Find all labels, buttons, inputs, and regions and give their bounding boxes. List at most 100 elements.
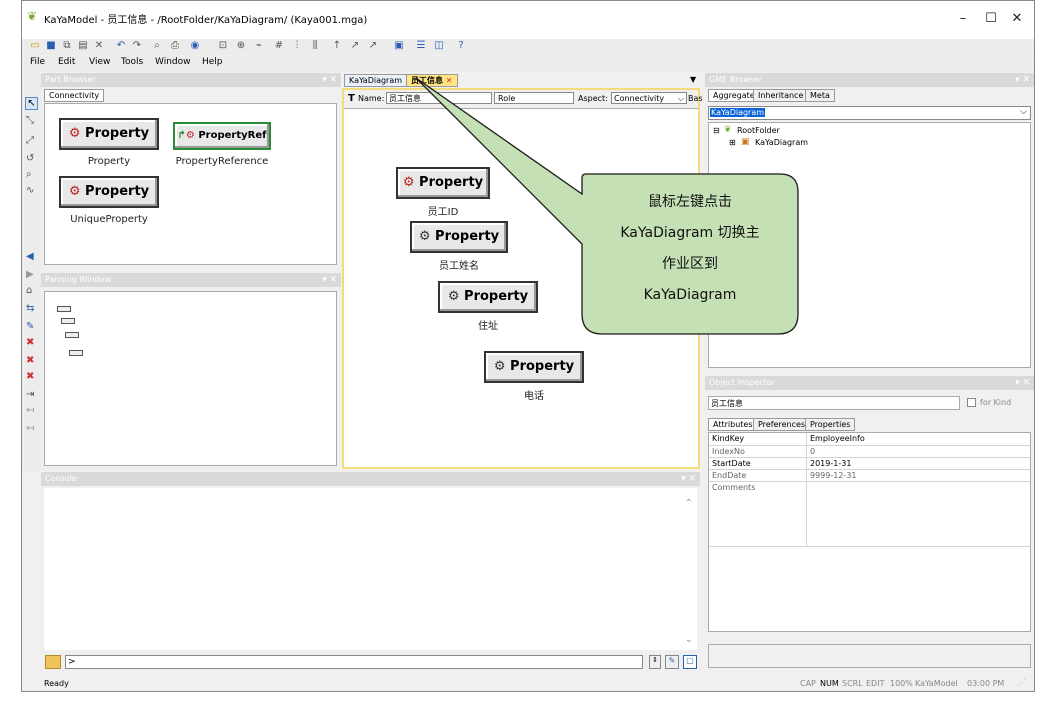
zoom-icon[interactable]: ⊡ [216, 39, 230, 53]
property-icon: ⚙ [493, 359, 506, 374]
paste-icon[interactable]: ▤ [76, 39, 90, 53]
zoom-in-icon[interactable]: ⊕ [234, 39, 248, 53]
part-browser-title: Part Browser [45, 75, 96, 84]
port-icon[interactable]: ⇥ [26, 389, 34, 400]
menu-bar: File Edit View Tools Window Help [22, 56, 1034, 71]
inspector-object-name[interactable]: 员工信息 [708, 396, 960, 410]
attr-row[interactable]: KindKey EmployeeInfo [709, 433, 1030, 445]
panning-canvas[interactable] [44, 291, 337, 466]
connect-icon[interactable]: ⌁ [252, 39, 266, 53]
remove3-icon[interactable]: ✖ [26, 371, 34, 382]
console-input[interactable]: > [65, 655, 643, 669]
set-tool-icon[interactable]: ↺ [26, 153, 34, 164]
check-icon[interactable]: ◉ [188, 39, 202, 53]
help-icon[interactable]: ? [454, 39, 468, 53]
menu-window[interactable]: Window [155, 57, 191, 67]
connect-tool-icon[interactable]: ⤡ [26, 115, 34, 126]
remove2-icon[interactable]: ✖ [26, 355, 34, 366]
for-kind-checkbox[interactable] [967, 398, 976, 407]
scroll-down-icon[interactable]: ⌄ [685, 634, 693, 645]
print-icon[interactable]: ⎙ [168, 39, 182, 53]
delete-icon[interactable]: ✕ [92, 39, 106, 53]
attr-row[interactable]: StartDate 2019-1-31 [709, 457, 1030, 469]
resize-grip-icon[interactable]: ⋰ [1018, 678, 1026, 687]
visualize-tool-icon[interactable]: ∿ [26, 185, 34, 196]
find-icon[interactable]: ⌕ [150, 39, 164, 53]
attr-row[interactable]: EndDate 9999-12-31 [709, 469, 1030, 481]
app-icon: ❦ [27, 9, 38, 23]
attributes-grid: KindKey EmployeeInfo IndexNo 0 StartDate… [708, 432, 1031, 632]
panel-controls-icon[interactable]: ▾ ✕ [1015, 376, 1030, 390]
panel-controls-icon[interactable]: ▾ ✕ [1015, 73, 1030, 87]
tab-attributes[interactable]: Attributes [708, 418, 758, 431]
open-icon[interactable]: ▭ [28, 39, 42, 53]
object-inspector-title: Object Inspector [709, 378, 775, 387]
status-scrl: SCRL [842, 679, 863, 688]
console-clear-icon[interactable]: ▢ [683, 655, 697, 669]
select-tool-icon[interactable]: ↖ [25, 97, 38, 110]
home-icon[interactable]: ⌂ [26, 285, 32, 296]
property-icon: ⚙ [185, 130, 195, 141]
scroll-up-icon[interactable]: ⌃ [685, 498, 693, 509]
callout-line-2: KaYaDiagram 切换主 [620, 225, 760, 241]
panel-controls-icon[interactable]: ▾ ✕ [322, 273, 337, 287]
navigate-icon[interactable]: ↗ [348, 39, 362, 53]
sync-icon[interactable]: ⇆ [26, 303, 34, 314]
redo-icon[interactable]: ↷ [130, 39, 144, 53]
layout-icon[interactable]: ☰ [414, 39, 428, 53]
part-propertyref[interactable]: ↱⚙ PropertyRef [173, 122, 271, 150]
panning-window-title: Panning Window [45, 275, 111, 284]
arrow-icon[interactable]: ↤ [26, 405, 34, 416]
attr-value[interactable]: 0 [810, 447, 815, 456]
distribute-icon[interactable]: ⫼ [308, 39, 322, 53]
navigate2-icon[interactable]: ↗ [366, 39, 380, 53]
panel-controls-icon[interactable]: ▾ ✕ [681, 472, 696, 486]
attr-value[interactable]: 2019-1-31 [810, 459, 851, 468]
attr-row[interactable]: IndexNo 0 [709, 445, 1030, 457]
arrow2-icon[interactable]: ↤ [26, 423, 34, 434]
part-label-uniqueproperty: UniqueProperty [70, 214, 148, 225]
tab-kayadiagram[interactable]: KaYaDiagram [344, 74, 408, 87]
part-label-propertyreference: PropertyReference [175, 156, 269, 167]
panel-controls-icon[interactable]: ▾ ✕ [322, 73, 337, 87]
tab-preferences[interactable]: Preferences [753, 418, 811, 431]
console-output[interactable]: ⌃ ⌄ [44, 488, 697, 650]
menu-edit[interactable]: Edit [58, 57, 75, 67]
console-run-icon[interactable]: ✎ [665, 655, 679, 669]
attr-value[interactable]: EmployeeInfo [810, 434, 865, 443]
tab-properties[interactable]: Properties [805, 418, 856, 431]
status-num: NUM [820, 679, 839, 688]
forward-icon[interactable]: ▶ [26, 269, 34, 280]
console-folder-icon[interactable] [45, 655, 61, 669]
tab-meta[interactable]: Meta [805, 89, 835, 102]
undo-icon[interactable]: ↶ [114, 39, 128, 53]
split-icon[interactable]: ◫ [432, 39, 446, 53]
window-icon[interactable]: ▣ [392, 39, 406, 53]
tab-connectivity[interactable]: Connectivity [44, 89, 105, 102]
close-button[interactable]: ✕ [1002, 7, 1032, 31]
back-icon[interactable]: ◀ [26, 251, 34, 262]
menu-view[interactable]: View [89, 57, 110, 67]
part-uniqueproperty[interactable]: ⚙ Property [59, 176, 159, 208]
align-icon[interactable]: ⫶ [290, 39, 304, 53]
console-spin-icon[interactable]: ⇕ [649, 655, 661, 669]
zoom-tool-icon[interactable]: ⌕ [26, 169, 32, 180]
save-icon[interactable]: ■ [44, 39, 58, 53]
copy-icon[interactable]: ⧉ [60, 39, 74, 53]
attr-row[interactable]: Comments [709, 481, 1030, 547]
window-title: KaYaModel - 员工信息 - /RootFolder/KaYaDiagr… [44, 15, 368, 26]
grid-icon[interactable]: # [272, 39, 286, 53]
minimize-button[interactable]: – [948, 7, 978, 31]
diagram-property-phone[interactable]: ⚙ Property [484, 351, 584, 383]
remove-icon[interactable]: ✖ [26, 337, 34, 348]
attach-icon[interactable]: ✎ [26, 321, 34, 332]
menu-file[interactable]: File [30, 57, 45, 67]
attr-key: StartDate [712, 459, 751, 468]
menu-help[interactable]: Help [202, 57, 223, 67]
part-browser-canvas: ⚙ Property Property ↱⚙ PropertyRef Prope… [44, 103, 337, 265]
part-property[interactable]: ⚙ Property [59, 118, 159, 150]
disconnect-tool-icon[interactable]: ⤢ [26, 135, 34, 146]
attr-value[interactable]: 9999-12-31 [810, 471, 857, 480]
menu-tools[interactable]: Tools [121, 57, 143, 67]
up-icon[interactable]: ↑ [330, 39, 344, 53]
